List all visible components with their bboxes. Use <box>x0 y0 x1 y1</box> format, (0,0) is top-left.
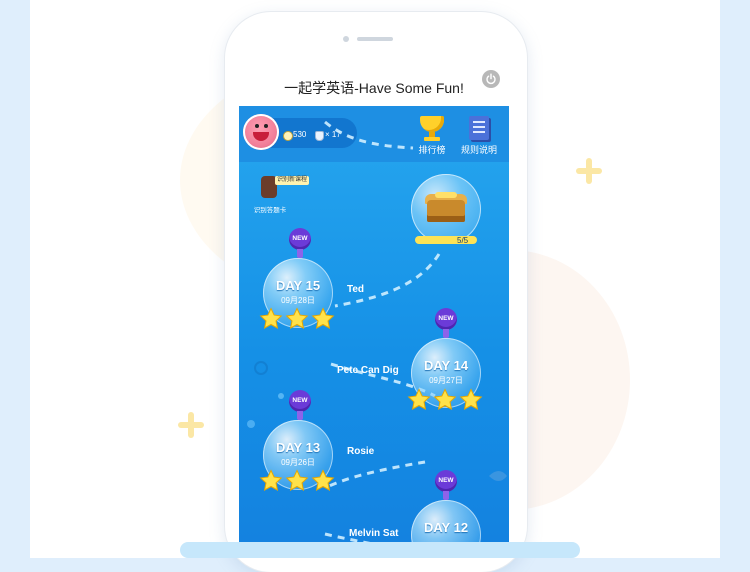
star-icon <box>311 307 335 331</box>
star-icon <box>285 469 309 493</box>
new-badge: NEW <box>435 308 457 330</box>
level-date: 09月26日 <box>281 458 315 467</box>
level-day: DAY 15 <box>275 278 321 293</box>
bottom-bar <box>180 542 580 558</box>
star-icon <box>459 388 483 412</box>
plus-decor-icon <box>576 158 602 184</box>
phone-camera <box>343 36 349 42</box>
new-badge-stem <box>297 249 303 258</box>
level-day: DAY 12 <box>423 520 469 535</box>
level-name: Pete Can Dig <box>337 365 399 376</box>
star-icon <box>259 469 283 493</box>
star-icon <box>311 469 335 493</box>
new-badge-stem <box>443 329 449 338</box>
level-stars <box>259 307 339 331</box>
new-badge-stem <box>297 411 303 420</box>
treasure-gold <box>435 192 457 198</box>
star-icon <box>285 307 309 331</box>
plus-decor-icon <box>178 412 204 438</box>
power-icon <box>486 73 496 85</box>
new-badge: NEW <box>289 390 311 412</box>
app-header: 一起学英语-Have Some Fun! <box>239 66 509 106</box>
level-date: 09月27日 <box>429 376 463 385</box>
star-icon <box>433 388 457 412</box>
treasure-chest-body <box>427 200 465 222</box>
level-date: 09月28日 <box>281 296 315 305</box>
level-map[interactable]: 530 × 17 排行榜 规则说明 识别新课程 识别答题卡 5/5 NEW DA… <box>239 106 509 556</box>
new-badge: NEW <box>289 228 311 250</box>
new-badge-stem <box>443 491 449 500</box>
phone-speaker <box>357 37 393 41</box>
level-day: DAY 14 <box>423 358 469 373</box>
phone-frame: 一起学英语-Have Some Fun! 530 × 17 排行榜 规则说明 识… <box>225 12 527 572</box>
level-stars <box>407 388 487 412</box>
level-name: Rosie <box>347 446 375 457</box>
level-day: DAY 13 <box>275 440 321 455</box>
new-badge: NEW <box>435 470 457 492</box>
level-name: Ted <box>347 284 365 295</box>
star-icon <box>407 388 431 412</box>
app-title: 一起学英语-Have Some Fun! <box>284 80 464 96</box>
level-stars <box>259 469 339 493</box>
phone-screen: 一起学英语-Have Some Fun! 530 × 17 排行榜 规则说明 识… <box>239 66 509 556</box>
chest-count: 5/5 <box>457 236 469 245</box>
star-icon <box>259 307 283 331</box>
power-button[interactable] <box>482 70 500 88</box>
level-name: Melvin Sat <box>349 528 399 539</box>
